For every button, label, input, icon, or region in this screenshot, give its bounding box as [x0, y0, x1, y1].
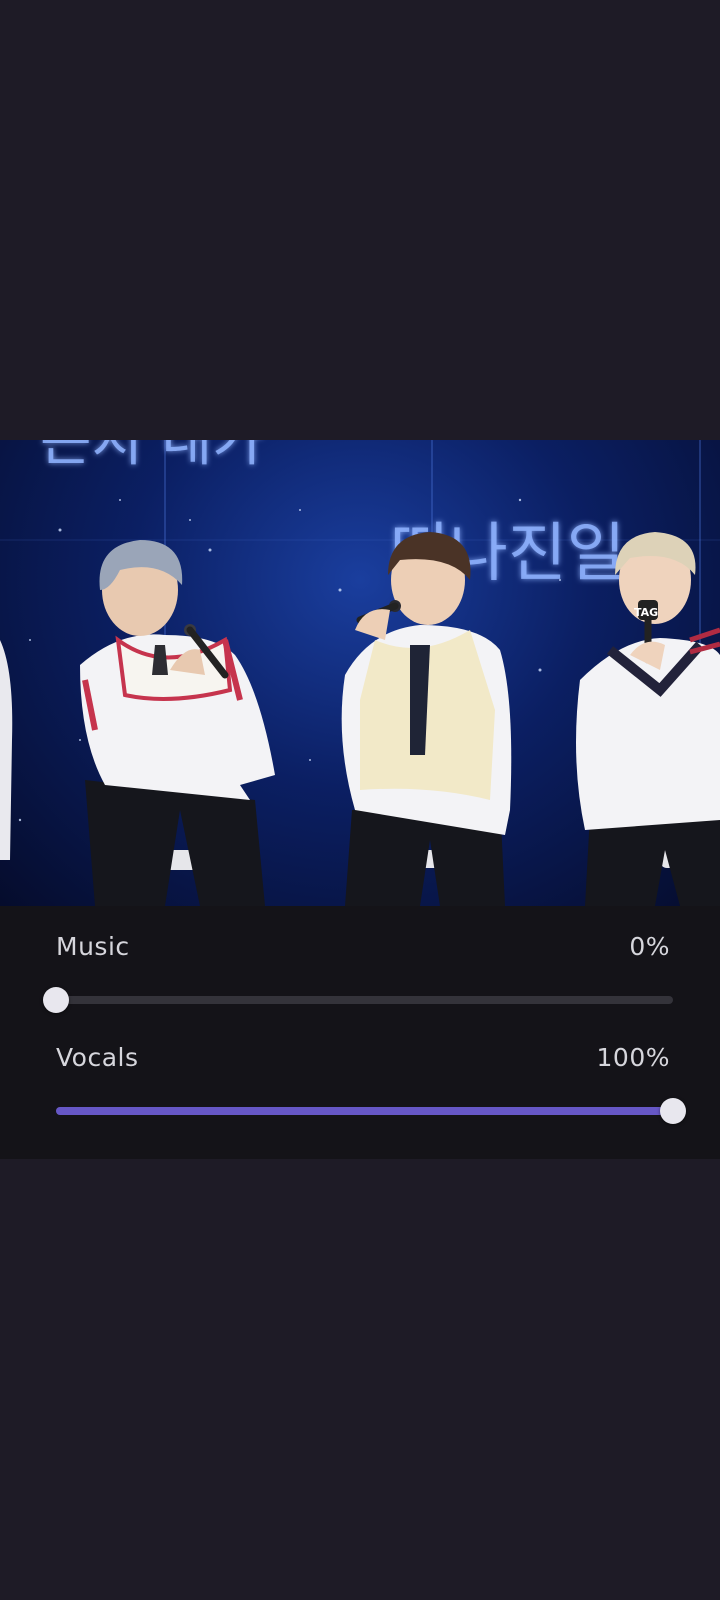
stage-scene: 는지 내가 떠나진일 TAG: [0, 440, 720, 906]
music-slider-thumb[interactable]: [43, 987, 69, 1013]
music-label: Music: [56, 932, 130, 961]
video-preview[interactable]: 는지 내가 떠나진일 TAG: [0, 440, 720, 906]
vocals-slider-fill: [56, 1107, 673, 1115]
vocals-label: Vocals: [56, 1043, 139, 1072]
vocals-slider[interactable]: [56, 1098, 686, 1124]
music-value: 0%: [629, 932, 670, 961]
mic-label: TAG: [634, 606, 658, 619]
screen-text-top: 는지 내가: [40, 440, 264, 474]
vocals-slider-thumb[interactable]: [660, 1098, 686, 1124]
vocals-value: 100%: [596, 1043, 670, 1072]
audio-mixer-panel: Music 0% Vocals 100%: [0, 906, 720, 1159]
music-slider[interactable]: [43, 987, 673, 1013]
